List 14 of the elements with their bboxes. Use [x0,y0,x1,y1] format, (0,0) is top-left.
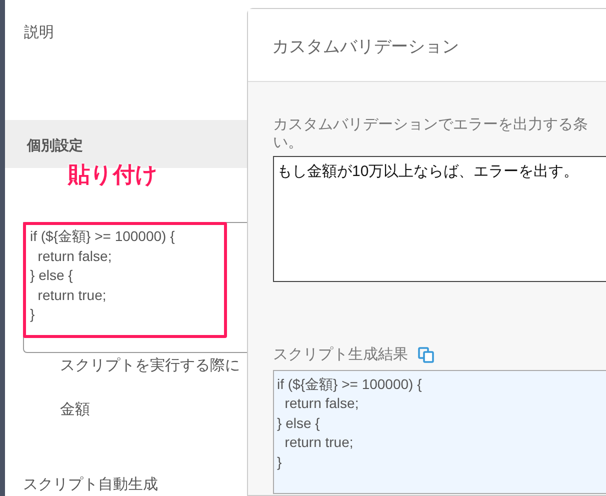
condition-label: カスタムバリデーションでエラーを出力する条 い。 [273,116,589,152]
description-label: 説明 [24,24,54,41]
copy-icon[interactable] [418,347,435,364]
section-title: 個別設定 [27,136,83,156]
result-label: スクリプト生成結果 [273,345,408,365]
hint-text: スクリプトを実行する際に [60,356,240,374]
script-field[interactable]: if (${金額} >= 100000) { return false; } else { return true; } [23,222,247,352]
result-field[interactable]: if (${金額} >= 100000) { return false; } else { return true; } [273,370,606,494]
condition-field[interactable]: もし金額が10万以上ならば、エラーを出す。 [273,156,606,282]
auto-generate-label: スクリプト自動生成 [23,476,158,492]
dialog-title: カスタムバリデーション [272,37,459,56]
variable-label: 金額 [60,401,90,418]
annotation-label: 貼り付け [68,162,158,188]
annotation-highlight: if (${金額} >= 100000) { return false; } else { return true; } [23,222,227,338]
